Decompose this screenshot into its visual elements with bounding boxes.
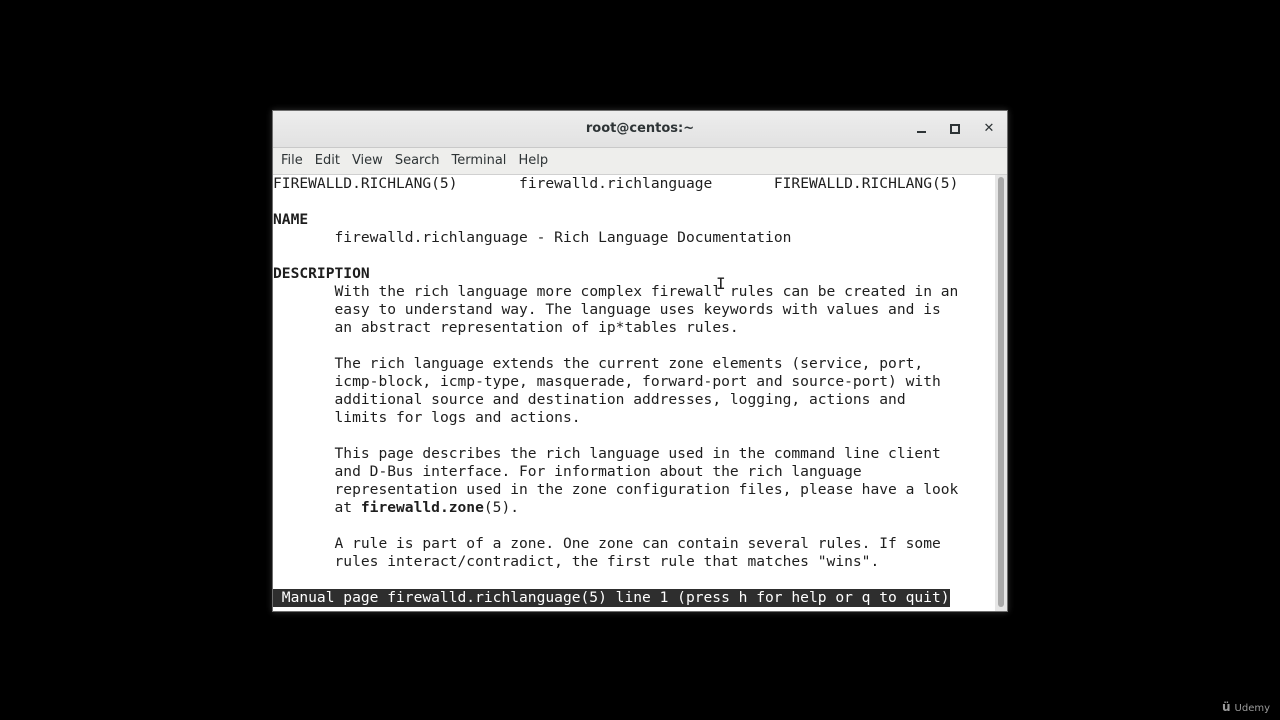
man-header-center: firewalld.richlanguage bbox=[519, 175, 713, 192]
scrollbar[interactable] bbox=[995, 175, 1007, 611]
terminal-content[interactable]: FIREWALLD.RICHLANG(5) firewalld.richlang… bbox=[273, 175, 995, 611]
p2-line: icmp-block, icmp-type, masquerade, forwa… bbox=[334, 373, 941, 390]
maximize-icon[interactable] bbox=[945, 119, 965, 139]
menu-terminal[interactable]: Terminal bbox=[445, 148, 512, 174]
window-title: root@centos:~ bbox=[585, 121, 695, 136]
menu-help[interactable]: Help bbox=[512, 148, 554, 174]
p2-line: limits for logs and actions. bbox=[334, 409, 581, 426]
menu-edit[interactable]: Edit bbox=[309, 148, 346, 174]
p2-line: additional source and destination addres… bbox=[334, 391, 906, 408]
section-description-heading: DESCRIPTION bbox=[273, 265, 370, 282]
man-header: FIREWALLD.RICHLANG(5) firewalld.richlang… bbox=[273, 175, 995, 193]
watermark-text: Udemy bbox=[1234, 703, 1271, 714]
p1-line: easy to understand way. The language use… bbox=[334, 301, 941, 318]
p1-line: an abstract representation of ip*tables … bbox=[334, 319, 739, 336]
pager-status-line: Manual page firewalld.richlanguage(5) li… bbox=[273, 589, 950, 607]
name-line: firewalld.richlanguage - Rich Language D… bbox=[334, 229, 792, 246]
p2-line: The rich language extends the current zo… bbox=[334, 355, 924, 372]
watermark: ü Udemy bbox=[1222, 700, 1270, 714]
menu-view[interactable]: View bbox=[346, 148, 389, 174]
p3-line: This page describes the rich language us… bbox=[334, 445, 941, 462]
menu-file[interactable]: File bbox=[275, 148, 309, 174]
minimize-icon[interactable] bbox=[911, 119, 931, 139]
p1-line: With the rich language more complex fire… bbox=[334, 283, 959, 300]
menu-search[interactable]: Search bbox=[389, 148, 446, 174]
p3-line: and D-Bus interface. For information abo… bbox=[334, 463, 862, 480]
p3-line: representation used in the zone configur… bbox=[334, 481, 959, 498]
title-bar[interactable]: root@centos:~ ✕ bbox=[273, 111, 1007, 148]
firewalld-zone-ref: firewalld.zone bbox=[360, 499, 484, 516]
p3-last-prefix: at bbox=[334, 499, 361, 516]
p4-line: A rule is part of a zone. One zone can c… bbox=[334, 535, 941, 552]
p3-last-suffix: (5). bbox=[483, 499, 520, 516]
man-header-right: FIREWALLD.RICHLANG(5) bbox=[773, 175, 959, 192]
terminal-window: root@centos:~ ✕ File Edit View Search Te… bbox=[272, 110, 1008, 612]
text-cursor-icon: I bbox=[716, 274, 726, 293]
menu-bar: File Edit View Search Terminal Help bbox=[273, 148, 1007, 175]
scrollbar-thumb[interactable] bbox=[998, 177, 1004, 607]
section-name-heading: NAME bbox=[273, 211, 309, 228]
udemy-logo-icon: ü bbox=[1222, 700, 1231, 714]
p4-line: rules interact/contradict, the first rul… bbox=[334, 553, 880, 570]
man-header-left: FIREWALLD.RICHLANG(5) bbox=[273, 175, 458, 192]
close-icon[interactable]: ✕ bbox=[979, 119, 999, 139]
